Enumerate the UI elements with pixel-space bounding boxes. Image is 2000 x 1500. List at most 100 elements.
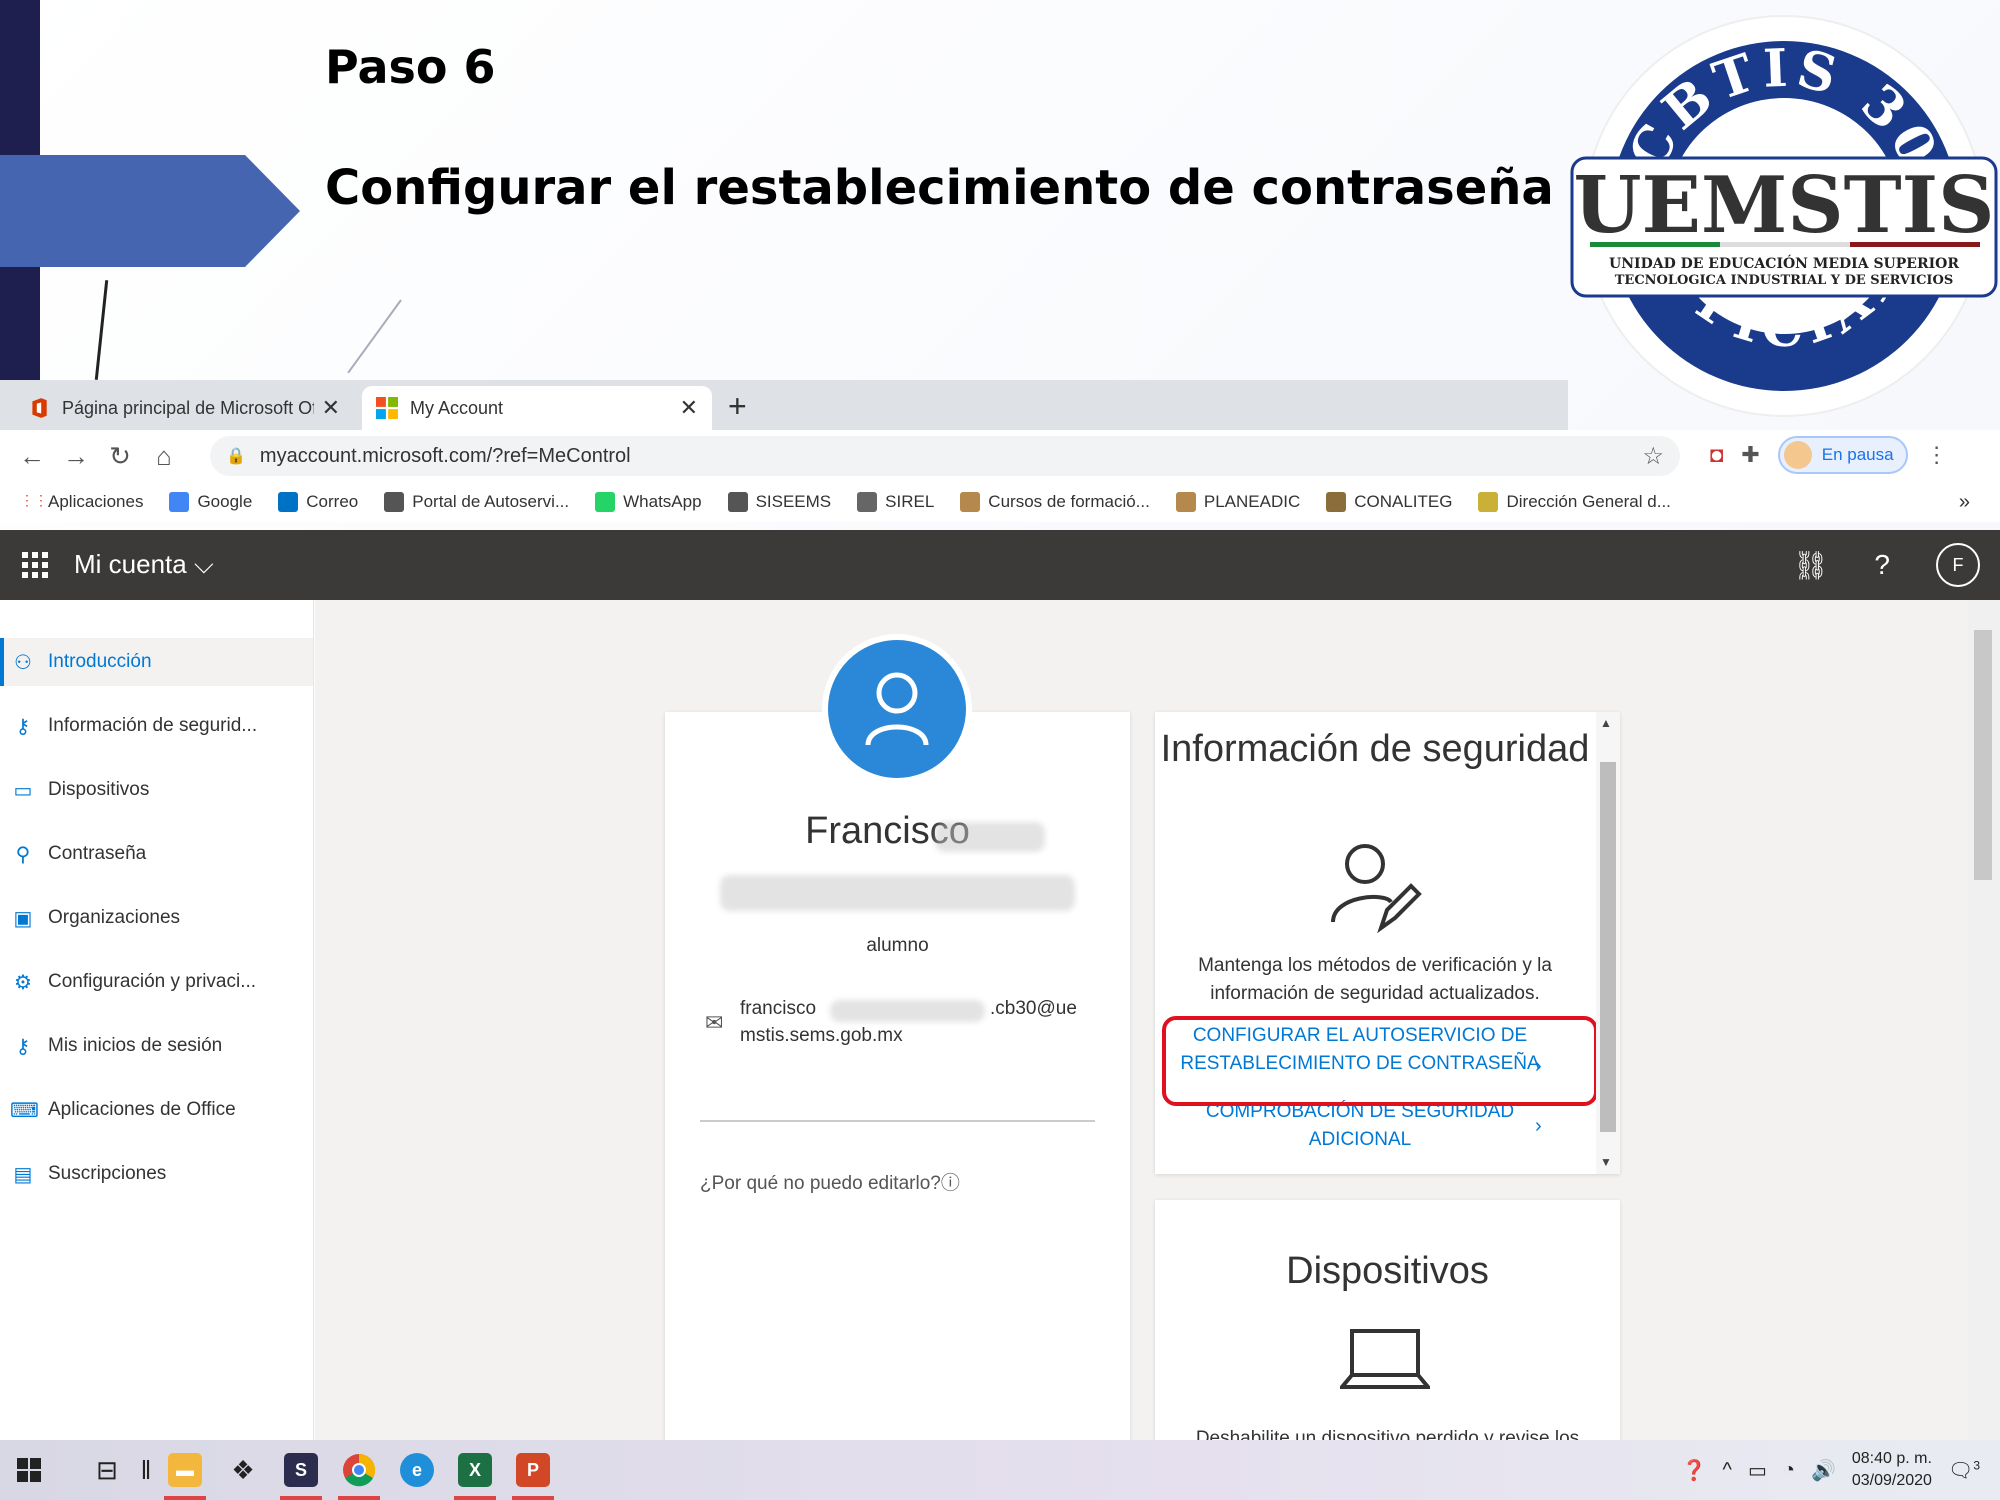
puzzle-icon[interactable]: ✚ [1741,442,1759,468]
logo-line1: UNIDAD DE EDUCACIÓN MEDIA SUPERIOR [1609,254,1959,272]
slide: Paso 6 Configurar el restablecimiento de… [0,0,2000,1500]
sidebar-item-label: Información de segurid... [48,715,258,736]
tab-office-home[interactable]: Página principal de Microsoft Of ✕ [14,386,354,430]
address-bar[interactable]: 🔒 myaccount.microsoft.com/?ref=MeControl… [210,436,1680,476]
close-icon[interactable]: ✕ [322,395,340,421]
sidebar-item[interactable]: ⚙ Configuración y privaci... [0,958,313,1006]
sidebar-item[interactable]: ▣ Organizaciones [0,894,313,942]
microsoft-icon [376,397,398,419]
org-chart-icon[interactable]: ⛓ [1793,549,1829,582]
sidebar-item[interactable]: ⌨ Aplicaciones de Office [0,1086,313,1134]
help-icon[interactable]: ❓ [1682,1458,1707,1483]
date: 03/09/2020 [1851,1472,1932,1489]
bookmark-label: Portal de Autoservi... [412,492,570,511]
windows-start-icon[interactable] [0,1440,58,1500]
sidebar-item[interactable]: ⚷ Información de segurid... [0,702,313,750]
bookmark-icon [857,492,878,512]
person-icon [865,672,929,746]
url-text: myaccount.microsoft.com/?ref=MeControl [259,444,631,467]
avatar [1783,441,1812,469]
redacted-text [935,822,1045,852]
battery-icon[interactable]: ▭ [1748,1458,1767,1483]
scroll-down-icon[interactable]: ▼ [1600,1155,1612,1169]
bookmark-icon [1326,492,1347,512]
bookmark-item[interactable]: ⋮⋮ Aplicaciones [20,492,143,512]
menu-dots-icon[interactable]: ⋮ [1926,442,1948,468]
avatar [822,634,972,784]
highlight-annotation [1162,1016,1598,1106]
tab-my-account[interactable]: My Account ✕ [362,386,712,430]
card-title: Dispositivos [1286,1250,1489,1292]
bookmark-item[interactable]: Google [169,492,252,512]
bookmark-item[interactable]: SISEEMS [727,492,831,512]
chrome-icon[interactable] [330,1440,388,1500]
new-tab-button[interactable]: + [728,386,747,426]
clock[interactable]: 08:40 p. m. 03/09/2020 [1852,1448,1932,1492]
file-explorer-icon[interactable]: ▬ [156,1440,214,1500]
sidebar-item[interactable]: ⚷ Mis inicios de sesión [0,1022,313,1070]
gear-icon: ⚙ [14,971,32,994]
separator-icon: ‖ [140,1454,152,1485]
bookmark-icon [384,492,405,512]
bookmark-label: Correo [306,492,359,511]
sidebar-item[interactable]: ▭ Dispositivos [0,766,313,814]
logo-main-text: UEMSTIS [1573,160,1994,251]
forward-icon[interactable]: → [54,441,98,472]
logo-line2: TECNOLOGICA INDUSTRIAL Y DE SERVICIOS [1615,273,1953,288]
profile-button[interactable]: En pausa [1777,436,1908,474]
sidebar-item[interactable]: ⚲ Contraseña [0,830,313,878]
bookmark-item[interactable]: SIREL [857,492,934,512]
profile-email: .cb30@ue [990,998,1077,1019]
powerpoint-icon[interactable]: P [504,1440,562,1500]
excel-icon[interactable]: X [446,1440,504,1500]
browser-toolbar: ← → ↻ ⌂ 🔒 myaccount.microsoft.com/?ref=M… [0,430,2000,482]
redacted-text [720,875,1075,911]
help-icon[interactable]: ? [1874,549,1890,581]
star-icon[interactable]: ☆ [1642,442,1664,471]
additional-security-link[interactable]: COMPROBACIÓN DE SEGURIDAD ADICIONAL [1180,1098,1540,1154]
card-title: Información de seguridad [1160,728,1590,770]
dropbox-icon[interactable]: ❖ [214,1440,272,1500]
why-cant-edit-link[interactable]: ¿Por qué no puedo editarlo?ⓘ [700,1168,960,1195]
bookmark-item[interactable]: Correo [278,492,358,512]
bookmark-label: Dirección General d... [1506,492,1671,511]
bookmark-item[interactable]: Dirección General d... [1478,492,1671,512]
edge-icon[interactable]: e [388,1440,446,1500]
bookmark-item[interactable]: Cursos de formació... [960,492,1150,512]
avatar[interactable]: F [1936,543,1980,587]
card-scrollbar-thumb[interactable] [1600,762,1616,1132]
app-s-icon[interactable]: S [272,1440,330,1500]
task-view-icon[interactable]: ⊟ [78,1440,136,1500]
info-icon: ⓘ [940,1173,960,1194]
main-content [315,600,1968,1440]
bookmark-item[interactable]: PLANEADIC [1175,492,1300,512]
reload-icon[interactable]: ↻ [98,441,142,472]
bookmark-item[interactable]: CONALITEG [1326,492,1452,512]
back-icon[interactable]: ← [10,441,54,472]
bookmark-icon [1175,492,1196,512]
browser-tab-bar: Página principal de Microsoft Of ✕ My Ac… [0,380,1568,430]
tab-title: Página principal de Microsoft Of [62,397,314,418]
chevron-up-icon[interactable]: ^ [1723,1459,1732,1482]
close-icon[interactable]: ✕ [680,395,698,421]
bookmark-item[interactable]: Portal de Autoservi... [384,492,569,512]
bookmark-item[interactable]: WhatsApp [595,492,702,512]
volume-icon[interactable]: 🔊 [1811,1458,1836,1483]
sidebar-item-label: Organizaciones [48,907,181,928]
bookmarks-overflow-button[interactable]: » [1959,491,1970,514]
lock-icon: 🔒 [226,448,246,465]
app-header: Mi cuenta ⌵ ⛓ ? F [0,530,2000,600]
profile-status: En pausa [1821,445,1894,464]
extension-shield-icon[interactable]: ◘ [1710,442,1723,468]
app-title[interactable]: Mi cuenta ⌵ [74,549,214,581]
sidebar-item[interactable]: ▤ Suscripciones [0,1150,313,1198]
sidebar-item-label: Suscripciones [48,1163,167,1184]
app-launcher-icon[interactable] [22,552,48,578]
sidebar-item[interactable]: ⚇ Introducción [0,638,313,686]
wifi-icon[interactable]: ◔ [1783,1459,1795,1482]
home-icon[interactable]: ⌂ [142,441,186,472]
scrollbar-thumb[interactable] [1974,630,1992,880]
scroll-up-icon[interactable]: ▲ [1600,716,1612,730]
sidebar: ⚇ Introducción ⚷ Información de segurid... ▭… [0,600,314,1440]
notification-icon[interactable]: 🗨3 [1948,1458,1980,1483]
